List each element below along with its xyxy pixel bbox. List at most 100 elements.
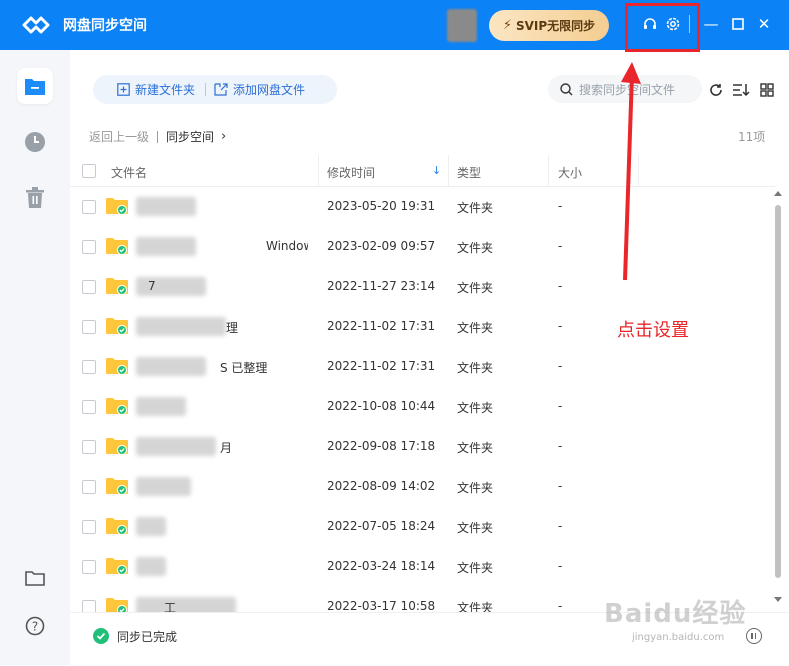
column-header-name[interactable]: 文件名 [111, 164, 147, 181]
grid-view-icon[interactable] [758, 81, 776, 99]
column-header-type[interactable]: 类型 [457, 164, 481, 181]
add-cloud-file-button[interactable]: 添加网盘文件 [214, 81, 305, 98]
svip-button[interactable]: ⚡ SVIP无限同步 [489, 10, 609, 41]
synced-folder-icon [106, 318, 128, 335]
file-size: - [558, 359, 563, 373]
file-name[interactable]: 理 [136, 319, 238, 336]
file-size: - [558, 479, 563, 493]
row-checkbox[interactable] [82, 240, 96, 254]
row-checkbox[interactable] [82, 600, 96, 612]
file-type: 文件夹 [457, 281, 494, 295]
toolbar-actions: 新建文件夹 添加网盘文件 [93, 75, 337, 104]
file-name[interactable]: Windows-0.20.15-... [136, 239, 308, 253]
sidebar-item-trash[interactable] [17, 180, 53, 216]
svip-label: SVIP无限同步 [515, 19, 596, 33]
file-modified: 2022-11-27 23:14 [327, 279, 436, 293]
file-modified: 2022-10-08 10:44 [327, 399, 436, 413]
file-size: - [558, 199, 563, 213]
file-modified: 2022-11-02 17:31 [327, 319, 436, 333]
file-size: - [558, 319, 563, 333]
breadcrumb: 返回上一级 同步空间 › [89, 128, 226, 145]
app-title: 网盘同步空间 [63, 18, 147, 34]
synced-folder-icon [106, 278, 128, 295]
scroll-up-arrow-icon[interactable] [774, 191, 782, 196]
sidebar-item-recent[interactable] [17, 124, 53, 160]
row-checkbox[interactable] [82, 520, 96, 534]
sidebar-item-open-folder[interactable] [17, 560, 53, 596]
close-icon[interactable]: ✕ [753, 13, 775, 35]
trash-icon [26, 187, 44, 208]
file-type: 文件夹 [457, 361, 494, 375]
row-checkbox[interactable] [82, 280, 96, 294]
row-checkbox[interactable] [82, 480, 96, 494]
file-name[interactable]: 月 [136, 439, 232, 456]
sort-icon[interactable] [732, 81, 750, 99]
search-icon [560, 82, 573, 95]
new-folder-button[interactable]: 新建文件夹 [93, 81, 195, 98]
scroll-down-arrow-icon[interactable] [774, 597, 782, 602]
row-checkbox[interactable] [82, 200, 96, 214]
row-checkbox[interactable] [82, 320, 96, 334]
file-type: 文件夹 [457, 481, 494, 495]
check-circle-icon [93, 628, 109, 644]
new-folder-label: 新建文件夹 [135, 83, 196, 97]
file-size: - [558, 399, 563, 413]
refresh-icon[interactable] [707, 81, 725, 99]
table-row[interactable]: 2022-03-24 18:14 文件夹 - [70, 547, 775, 587]
add-cloud-file-label: 添加网盘文件 [233, 83, 306, 97]
file-type: 文件夹 [457, 401, 494, 415]
annotation-label: 点击设置 [617, 320, 689, 341]
file-modified: 2022-09-08 17:18 [327, 439, 436, 453]
column-header-size[interactable]: 大小 [558, 164, 582, 181]
file-name[interactable]: 工 [136, 599, 176, 612]
table-row[interactable]: Windows-0.20.15-... 2023-02-09 09:57 文件夹 - [70, 227, 775, 267]
scrollbar[interactable] [773, 187, 783, 607]
sidebar-item-help[interactable]: ? [17, 608, 53, 644]
table-row[interactable]: S 已整理 2022-11-02 17:31 文件夹 - [70, 347, 775, 387]
files-icon [25, 79, 45, 95]
row-checkbox[interactable] [82, 360, 96, 374]
avatar[interactable] [447, 9, 477, 42]
folder-outline-icon [25, 571, 45, 586]
synced-folder-icon [106, 358, 128, 375]
file-size: - [558, 519, 563, 533]
maximize-icon[interactable] [727, 13, 749, 35]
watermark: Baidu经验 [604, 599, 747, 629]
blurred-name [136, 197, 196, 216]
synced-folder-icon [106, 438, 128, 455]
watermark-url: jingyan.baidu.com [632, 632, 725, 643]
table-row[interactable]: 2022-10-08 10:44 文件夹 - [70, 387, 775, 427]
table-row[interactable]: 月 2022-09-08 17:18 文件夹 - [70, 427, 775, 467]
row-checkbox[interactable] [82, 440, 96, 454]
breadcrumb-current[interactable]: 同步空间 [166, 128, 214, 145]
row-checkbox[interactable] [82, 400, 96, 414]
table-row[interactable]: 2023-05-20 19:31 文件夹 - [70, 187, 775, 227]
column-divider [318, 155, 319, 186]
file-size: - [558, 559, 563, 573]
row-checkbox[interactable] [82, 560, 96, 574]
table-row[interactable]: 2022-08-09 14:02 文件夹 - [70, 467, 775, 507]
annotation-highlight-box [625, 3, 700, 52]
file-type: 文件夹 [457, 241, 494, 255]
sort-down-arrow-icon[interactable]: ↓ [432, 164, 441, 177]
synced-folder-icon [106, 558, 128, 575]
column-header-modified[interactable]: 修改时间 [327, 164, 375, 181]
table-row[interactable]: 2022-07-05 18:24 文件夹 - [70, 507, 775, 547]
file-modified: 2022-11-02 17:31 [327, 359, 436, 373]
file-modified: 2022-08-09 14:02 [327, 479, 436, 493]
file-name[interactable]: S 已整理 [136, 359, 267, 376]
svg-text:?: ? [32, 620, 38, 634]
file-type: 文件夹 [457, 601, 494, 612]
sidebar-item-files[interactable] [17, 68, 53, 104]
file-name[interactable]: 7 [136, 279, 156, 293]
scroll-thumb[interactable] [775, 205, 781, 578]
blurred-name [136, 477, 191, 496]
synced-folder-icon [106, 478, 128, 495]
select-all-checkbox[interactable] [82, 164, 96, 178]
minimize-icon[interactable]: — [700, 13, 722, 35]
breadcrumb-divider [157, 130, 159, 143]
table-row[interactable]: 7 2022-11-27 23:14 文件夹 - [70, 267, 775, 307]
pause-icon[interactable] [746, 628, 762, 644]
file-size: - [558, 439, 563, 453]
back-link[interactable]: 返回上一级 [89, 128, 149, 145]
